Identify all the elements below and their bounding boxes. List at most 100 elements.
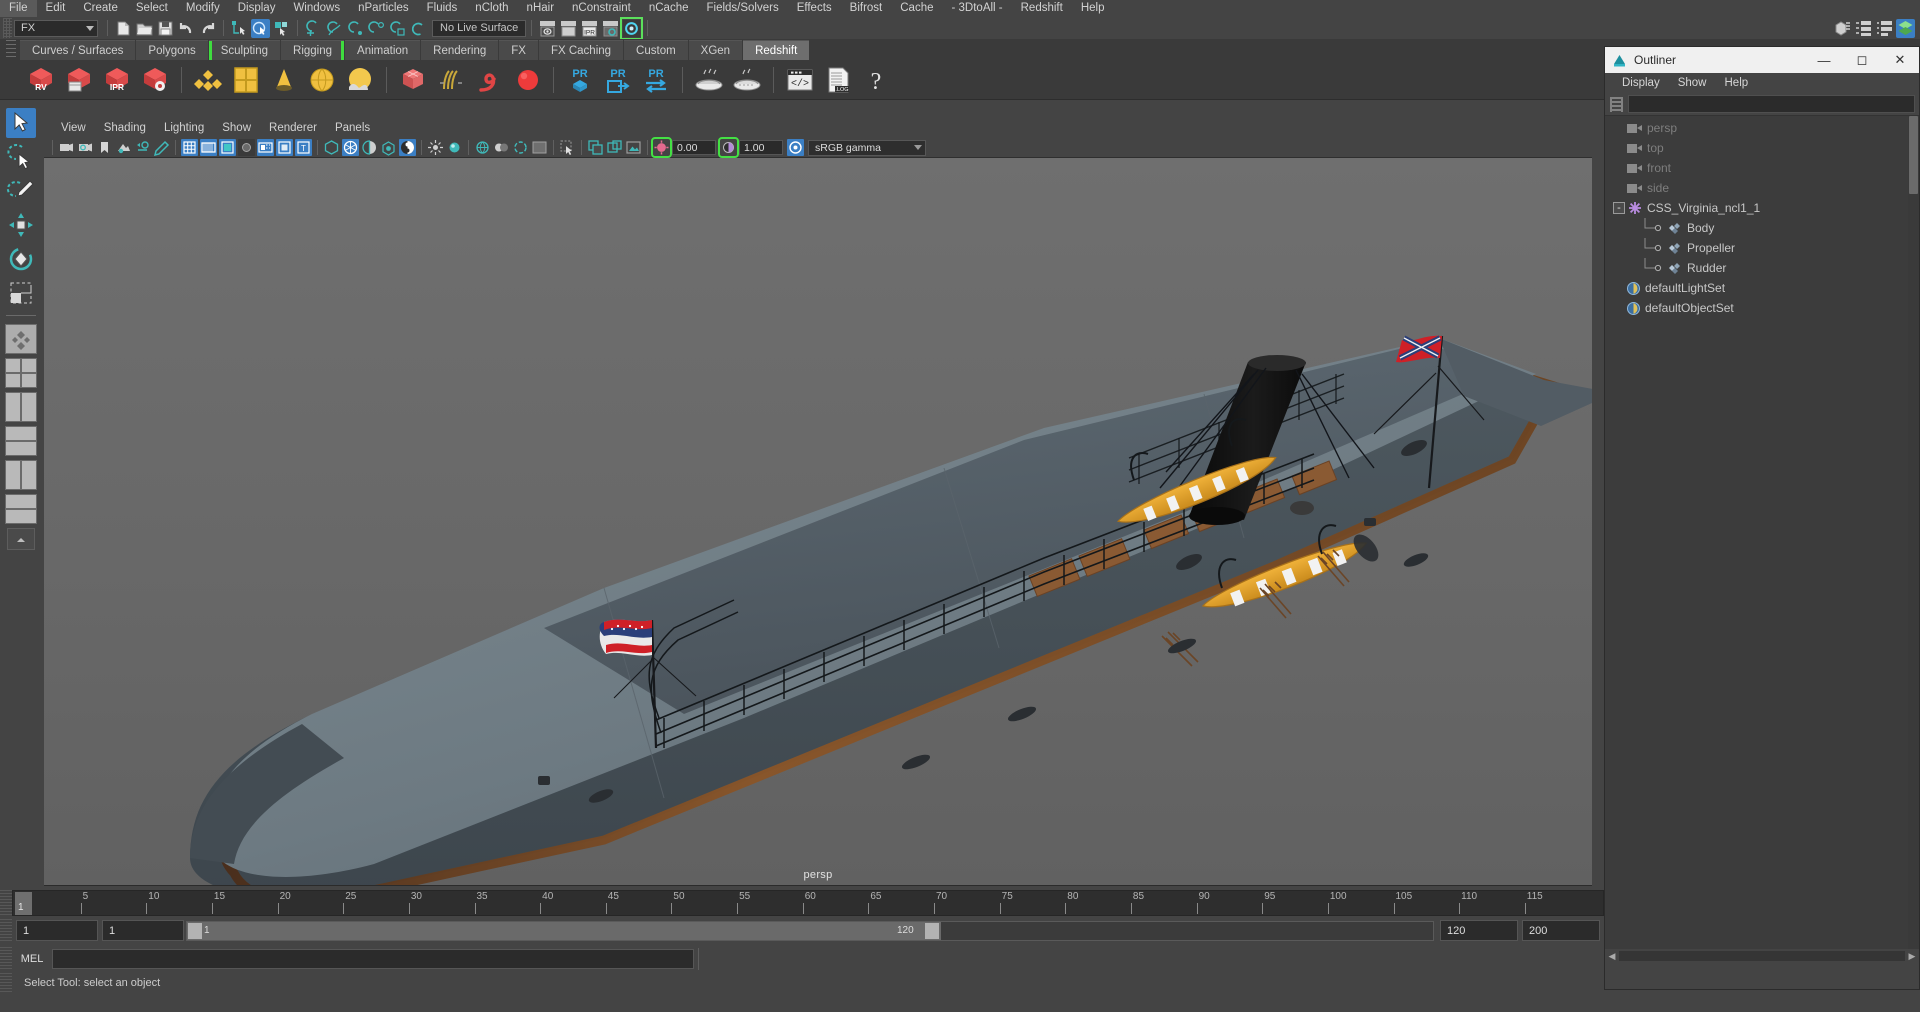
menu-item-cache[interactable]: Cache: [891, 0, 942, 17]
log-file-button[interactable]: .LOG: [821, 63, 855, 97]
scrollbar-thumb[interactable]: [1909, 116, 1918, 194]
select-camera-icon[interactable]: [58, 139, 75, 156]
persp-outliner-layout-button[interactable]: [5, 392, 37, 422]
redshift-render-sequence-button[interactable]: [62, 63, 96, 97]
current-time-indicator[interactable]: 1: [15, 892, 32, 915]
redshift-render-view-button[interactable]: RV: [24, 63, 58, 97]
menu-item-file[interactable]: File: [0, 0, 37, 17]
shelf-tab-custom[interactable]: Custom: [624, 40, 688, 60]
shelf-tab-sculpting[interactable]: Sculpting: [208, 40, 281, 60]
shelf-tab-fx-caching[interactable]: FX Caching: [538, 40, 624, 60]
outliner-item-propeller[interactable]: Propeller: [1605, 238, 1919, 258]
gamma-icon[interactable]: [718, 137, 739, 158]
command-language-label[interactable]: MEL: [12, 953, 52, 965]
snap-to-point-icon[interactable]: [346, 19, 365, 38]
duplicate-panel-icon[interactable]: [587, 139, 604, 156]
range-slider-gripper[interactable]: [0, 919, 12, 942]
hypershade-layout-button[interactable]: [5, 460, 37, 490]
grease-pencil-icon[interactable]: [153, 139, 170, 156]
menu-item-edit[interactable]: Edit: [37, 0, 75, 17]
menu-item-fields-solvers[interactable]: Fields/Solvers: [697, 0, 787, 17]
scrollbar-track[interactable]: [1619, 951, 1905, 961]
layout-cell[interactable]: [21, 373, 37, 388]
time-slider[interactable]: 1 5 10 15 20 25 30 35 40 45 50 55 60 65 70 75 80 85 90 95 1…: [12, 890, 1604, 916]
rotate-tool-button[interactable]: [6, 244, 36, 274]
last-tool-used-button[interactable]: [5, 324, 37, 354]
shade-and-texture-icon[interactable]: [219, 139, 236, 156]
menu-item-select[interactable]: Select: [127, 0, 177, 17]
redshift-render-settings-button[interactable]: [138, 63, 172, 97]
menu-item-help[interactable]: Help: [1072, 0, 1114, 17]
pr-export-button[interactable]: PR: [601, 63, 635, 97]
range-start-field[interactable]: 1: [16, 920, 98, 941]
tear-off-copy-icon[interactable]: [606, 139, 623, 156]
range-right-handle[interactable]: [925, 922, 939, 939]
light-shading-icon[interactable]: [446, 139, 463, 156]
snap-to-view-plane-icon[interactable]: [388, 19, 407, 38]
use-all-lights-icon[interactable]: [238, 139, 255, 156]
ipr-render-icon[interactable]: IPR: [580, 19, 599, 38]
redshift-matte-button[interactable]: [229, 63, 263, 97]
outliner-search-input[interactable]: [1628, 95, 1915, 113]
shelf-tab-fx[interactable]: FX: [499, 40, 538, 60]
xray-active-components-icon[interactable]: [361, 139, 378, 156]
range-left-handle[interactable]: [188, 922, 202, 939]
menu-item-modify[interactable]: Modify: [177, 0, 229, 17]
layout-more-button[interactable]: [7, 528, 35, 550]
snap-to-projected-center-icon[interactable]: [367, 19, 386, 38]
isolate-select-icon[interactable]: [559, 139, 576, 156]
redo-icon[interactable]: [198, 19, 217, 38]
shelf-tab-xgen[interactable]: XGen: [688, 40, 743, 60]
redshift-curve-button[interactable]: [472, 63, 506, 97]
shelf-tab-rigging[interactable]: Rigging: [281, 40, 345, 60]
select-object-icon[interactable]: [251, 18, 270, 38]
help-line-gripper[interactable]: [0, 973, 12, 993]
outliner-title-bar[interactable]: Outliner — ◻ ✕: [1605, 47, 1919, 73]
menu-item-effects[interactable]: Effects: [788, 0, 841, 17]
command-line-gripper[interactable]: [0, 947, 12, 971]
exposure-preset-icon[interactable]: [380, 139, 397, 156]
outliner-item-defaultobjectset[interactable]: defaultObjectSet: [1605, 298, 1919, 318]
viewport-menu-panels[interactable]: Panels: [326, 118, 379, 138]
outliner-item-css-virginia-ncl1-1[interactable]: - CSS_Virginia_ncl1_1: [1605, 198, 1919, 218]
four-view-layout-button[interactable]: [5, 358, 37, 388]
lasso-tool-button[interactable]: [6, 142, 36, 172]
viewport-menu-renderer[interactable]: Renderer: [260, 118, 326, 138]
show-hide-modeling-toolkit-icon[interactable]: [1833, 19, 1852, 38]
outliner-tree[interactable]: persp top front side - CSS_Virginia_ncl1_1 Bod…: [1605, 115, 1919, 949]
menu-item-create[interactable]: Create: [74, 0, 127, 17]
shelf-gripper[interactable]: [6, 40, 16, 59]
bake-set-button[interactable]: [692, 63, 726, 97]
show-hide-attribute-editor-icon[interactable]: [1854, 19, 1873, 38]
menu-item-display[interactable]: Display: [229, 0, 285, 17]
layout-cell[interactable]: [5, 426, 37, 441]
image-plane-icon[interactable]: [115, 139, 132, 156]
pr-proxy-cube-button[interactable]: PR: [563, 63, 597, 97]
two-d-pan-zoom-icon[interactable]: [134, 139, 151, 156]
motion-blur-icon[interactable]: T: [295, 139, 312, 156]
layout-cell[interactable]: [5, 460, 21, 490]
menu-item-ncache[interactable]: nCache: [640, 0, 698, 17]
viewport-menu-show[interactable]: Show: [213, 118, 260, 138]
exposure-value[interactable]: 0.00: [672, 140, 716, 155]
shelf-tab-polygons[interactable]: Polygons: [136, 40, 208, 60]
script-editor-button[interactable]: </>: [783, 63, 817, 97]
scale-tool-button[interactable]: [6, 278, 36, 308]
snap-to-curve-icon[interactable]: [325, 19, 344, 38]
show-hide-channel-box-icon[interactable]: [1896, 18, 1915, 38]
persp-graph-layout-button[interactable]: [5, 426, 37, 456]
menu-item-redshift[interactable]: Redshift: [1012, 0, 1072, 17]
bake-all-button[interactable]: [730, 63, 764, 97]
outliner-item-rudder[interactable]: Rudder: [1605, 258, 1919, 278]
redshift-hair-button[interactable]: [434, 63, 468, 97]
render-current-frame-icon[interactable]: [538, 19, 557, 38]
shelf-tab-curves-surfaces[interactable]: Curves / Surfaces: [20, 40, 136, 60]
outliner-menu-help[interactable]: Help: [1716, 73, 1758, 93]
outliner-item-defaultlightset[interactable]: defaultLightSet: [1605, 278, 1919, 298]
outliner-item-persp[interactable]: persp: [1605, 118, 1919, 138]
redshift-ipr-button[interactable]: IPR: [100, 63, 134, 97]
color-management-icon[interactable]: [787, 139, 804, 156]
exposure-icon[interactable]: [651, 137, 672, 158]
menu-item-nhair[interactable]: nHair: [518, 0, 563, 17]
minimize-icon[interactable]: —: [1805, 47, 1843, 73]
